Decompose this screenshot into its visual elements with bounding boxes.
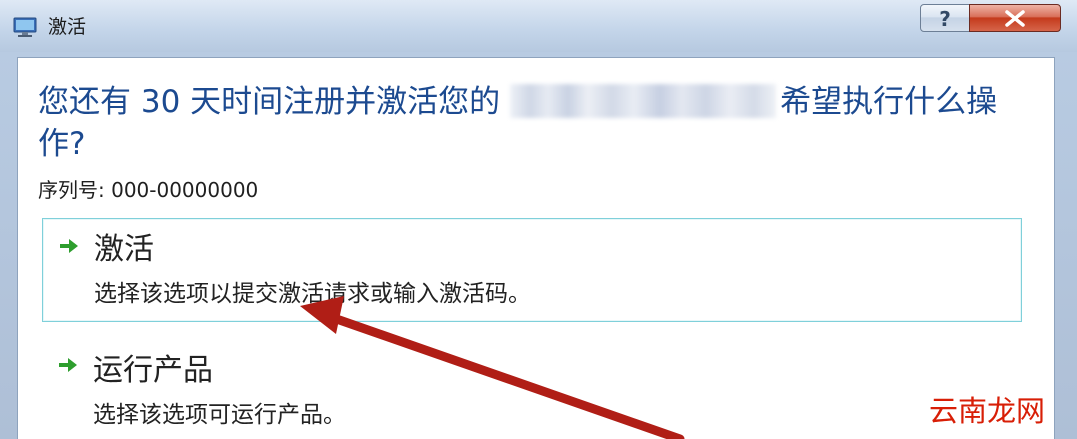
run-product-option-description: 选择该选项可运行产品。: [93, 402, 346, 428]
run-product-option-title: 运行产品: [93, 353, 213, 388]
green-arrow-icon: [60, 239, 78, 253]
close-button[interactable]: [969, 4, 1061, 32]
green-arrow-icon: [59, 358, 77, 372]
close-x-icon: [1005, 10, 1025, 27]
activation-dialog-window: 激活 ? 您还有 30 天时间注册并激活您的 希望执行什么操作? 序列号: 000…: [0, 0, 1077, 439]
dialog-heading: 您还有 30 天时间注册并激活您的 希望执行什么操作?: [38, 81, 1038, 165]
app-computer-icon: [13, 17, 37, 37]
dialog-content: 您还有 30 天时间注册并激活您的 希望执行什么操作? 序列号: 000-0000…: [17, 57, 1055, 439]
help-button-label: ?: [939, 7, 951, 31]
activate-option[interactable]: 激活 选择该选项以提交激活请求或输入激活码。: [42, 218, 1022, 322]
serial-number: 序列号: 000-00000000: [38, 178, 259, 202]
watermark-logo: 云南龙网: [929, 396, 1046, 428]
activate-option-description: 选择该选项以提交激活请求或输入激活码。: [94, 281, 531, 307]
window-title: 激活: [48, 16, 87, 38]
heading-prefix: 您还有 30 天时间注册并激活您的: [38, 84, 501, 120]
title-bar[interactable]: 激活 ?: [0, 0, 1077, 52]
activate-option-title: 激活: [94, 232, 154, 267]
redacted-product-name: [510, 84, 777, 118]
help-button[interactable]: ?: [920, 4, 970, 32]
run-product-option[interactable]: 运行产品 选择该选项可运行产品。: [42, 336, 1022, 439]
